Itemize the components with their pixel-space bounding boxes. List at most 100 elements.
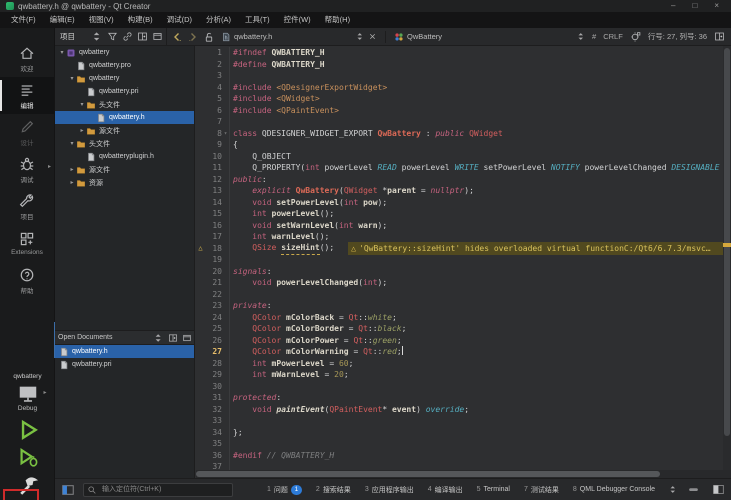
code-line[interactable]: 9{ [196,139,723,151]
close-icon[interactable] [368,32,377,41]
output-pane-8[interactable]: 8 QML Debugger Console [573,486,655,493]
code-line[interactable]: 11 Q_PROPERTY(int powerLevel READ powerL… [196,162,723,174]
code-line[interactable]: 20 signals: [196,265,723,277]
output-pane-5[interactable]: 5 Terminal [477,486,510,493]
menu-item[interactable]: 构建(B) [121,12,160,28]
code-line[interactable]: 14 void setPowerLevel(int pow); [196,196,723,208]
code-line[interactable]: 32 void paintEvent(QPaintEvent * event) o… [196,403,723,415]
code-line[interactable]: 21 void powerLevelChanged(int); [196,277,723,289]
code-editor[interactable]: 1 #ifndef QWBATTERY_H 2 #define QWBATTERY_H… [196,46,731,478]
code-line[interactable]: 19 [196,254,723,266]
updown-icon[interactable] [154,333,164,343]
code-line[interactable]: 15 int powerLevel (); [196,208,723,220]
document-selector[interactable]: h qwbattery.h [219,30,379,44]
code-line[interactable]: 27 QColor mColorWarning = Qt:: red; [196,346,723,358]
code-line[interactable]: △ 18 QSize sizeHint (); △ 'QwBattery::sizeHi… [196,242,723,255]
mode-欢迎[interactable]: 欢迎 [0,40,54,77]
forward-icon[interactable] [187,31,199,43]
code-line[interactable]: 7 [196,116,723,128]
filter-icon[interactable] [107,31,118,42]
tree-expand-arrow-icon[interactable]: ▾ [78,101,86,108]
tree-item[interactable]: ▸ 源文件 [55,163,194,176]
menu-item[interactable]: 工具(T) [238,12,277,28]
bookmark-hash-button[interactable]: # [592,32,596,41]
code-line[interactable]: 16 void setWarnLevel(int warn); [196,219,723,231]
output-pane-1[interactable]: 1 问题 1 [267,484,302,495]
lock-icon[interactable] [203,31,215,43]
horizontal-scrollbar-thumb[interactable] [196,471,660,477]
code-line[interactable]: 10 Q_OBJECT [196,150,723,162]
updown-icon[interactable] [577,32,586,41]
maximize-button[interactable]: □ [692,0,697,12]
menu-item[interactable]: 编辑(E) [43,12,82,28]
line-ending-button[interactable]: CRLF [603,32,623,41]
code-line[interactable]: 13 explicit QwBattery(QWidget * parent = … [196,185,723,197]
tree-item[interactable]: ▸ 源文件 [55,124,194,137]
link-icon[interactable] [122,31,133,42]
tree-item[interactable]: ▾ 头文件 [55,98,194,111]
code-line[interactable]: 17 int warnLevel (); [196,231,723,243]
code-line[interactable]: 5 #include <QWidget> [196,93,723,105]
tree-item[interactable]: qwbattery.pri [55,85,194,98]
updown-icon[interactable] [356,32,365,41]
tree-item[interactable]: ▾ qwbattery [55,46,194,59]
split-new-icon[interactable] [137,31,148,42]
tree-item[interactable]: qwbattery.pro [55,59,194,72]
tree-expand-arrow-icon[interactable]: ▾ [58,49,66,56]
code-line[interactable]: 6 #include <QPaintEvent> [196,104,723,116]
code-line[interactable]: 2 #define QWBATTERY_H [196,58,723,70]
run-button[interactable] [17,418,39,440]
output-pane-4[interactable]: 4 编译输出 [428,485,463,495]
minimize-button[interactable]: – [671,0,675,12]
code-line[interactable]: 34}; [196,426,723,438]
open-document-item[interactable]: qwbattery.pri [55,358,194,371]
code-line[interactable]: 23 private: [196,300,723,312]
code-line[interactable]: 36 #endif // QWBATTERY_H [196,449,723,461]
mode-编辑[interactable]: 编辑 [0,77,54,114]
detach-icon[interactable] [182,333,192,343]
code-line[interactable]: 28 int mPowerLevel = 60; [196,357,723,369]
mode-调试[interactable]: 调试 ▸ [0,151,54,188]
right-pane-toggle-icon[interactable] [712,483,725,496]
tree-expand-arrow-icon[interactable]: ▾ [68,140,76,147]
locator-box[interactable] [83,482,233,497]
detach-icon[interactable] [152,31,163,42]
progress-icon[interactable] [687,483,700,496]
left-sidebar-toggle-icon[interactable] [61,483,75,497]
code-line[interactable]: 3 [196,70,723,82]
split-new-icon[interactable] [168,333,178,343]
tree-item[interactable]: ▾ qwbattery [55,72,194,85]
tree-expand-arrow-icon[interactable]: ▾ [68,75,76,82]
output-pane-3[interactable]: 3 应用程序输出 [365,485,414,495]
debug-run-button[interactable] [17,446,39,468]
tree-item[interactable]: qwbattery.h [55,111,194,124]
menu-item[interactable]: 控件(W) [277,12,318,28]
menu-item[interactable]: 视图(V) [82,12,121,28]
mode-项目[interactable]: 项目 [0,188,54,225]
updown-icon[interactable] [92,31,103,42]
code-line[interactable]: 33 [196,415,723,427]
locator-input[interactable] [100,485,229,494]
code-line[interactable]: 22 [196,288,723,300]
symbol-selector[interactable]: QwBattery [392,30,588,44]
kit-selector-button[interactable]: ▸ Debug [17,383,47,412]
fold-marker-icon[interactable]: ▾ [222,127,230,139]
code-line[interactable]: 26 QColor mColorPower = Qt:: green; [196,334,723,346]
code-line[interactable]: 8 ▾ class QDESIGNER_WIDGET_EXPORT QwBatter… [196,127,723,139]
tree-expand-arrow-icon[interactable]: ▸ [68,166,76,173]
back-icon[interactable] [171,31,183,43]
menu-item[interactable]: 帮助(H) [318,12,357,28]
encoding-icon[interactable] [630,31,641,42]
vertical-scrollbar-thumb[interactable] [724,48,730,436]
mode-帮助[interactable]: 帮助 [0,262,54,299]
code-line[interactable]: 1 #ifndef QWBATTERY_H [196,47,723,59]
output-pane-2[interactable]: 2 搜索结果 [316,485,351,495]
open-document-item[interactable]: qwbattery.h [55,345,194,358]
code-line[interactable]: 24 QColor mColorBack = Qt:: white; [196,311,723,323]
tree-item[interactable]: qwbatteryplugin.h [55,150,194,163]
close-button[interactable]: × [714,0,719,12]
tree-expand-arrow-icon[interactable]: ▸ [68,179,76,186]
mode-Extensions[interactable]: Extensions [0,225,54,262]
menu-item[interactable]: 分析(A) [199,12,238,28]
menu-item[interactable]: 调试(D) [160,12,199,28]
